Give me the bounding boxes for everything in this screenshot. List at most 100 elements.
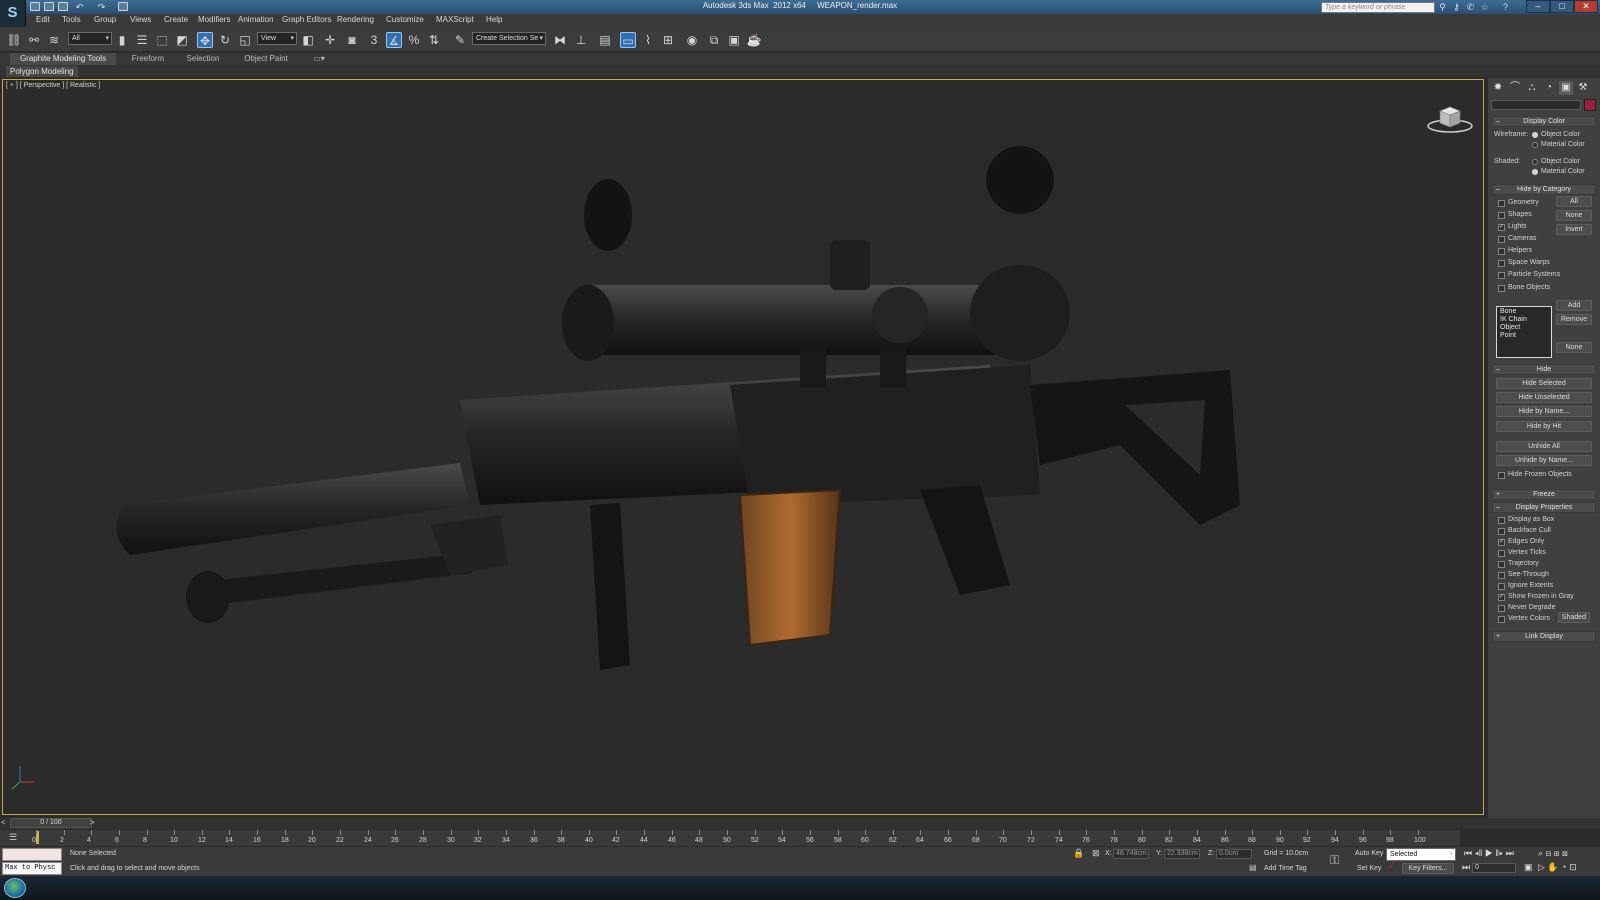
polygon-modeling-panel[interactable]: Polygon Modeling [6, 66, 78, 77]
ignore-extents-checkbox[interactable] [1498, 583, 1505, 590]
key-mode-dropdown[interactable]: Selected [1386, 848, 1456, 861]
unlink-selection-icon[interactable]: ⚯ [26, 32, 42, 48]
menu-modifiers[interactable]: Modifiers [198, 15, 230, 24]
never-degrade-checkbox[interactable] [1498, 605, 1505, 612]
orbit-pan-icons[interactable]: ▷ ✋ ◔ ⊡ [1538, 862, 1577, 873]
show-frozen-in-gray-checkbox[interactable]: ✓ [1498, 594, 1505, 601]
close-button[interactable]: ✕ [1574, 0, 1598, 13]
set-key-button[interactable]: Set Key [1357, 865, 1382, 872]
shaded-object-color-radio[interactable] [1532, 159, 1538, 165]
render-setup-icon[interactable]: ⧉ [706, 32, 722, 48]
space-warps-checkbox[interactable] [1498, 260, 1505, 267]
menu-animation[interactable]: Animation [238, 15, 274, 24]
menu-group[interactable]: Group [94, 15, 116, 24]
rollout-freeze[interactable]: + Freeze [1492, 489, 1596, 500]
cameras-checkbox[interactable] [1498, 236, 1505, 243]
time-slider-next-icon[interactable]: > [90, 818, 95, 827]
modify-tab-icon[interactable]: ⌒ [1508, 81, 1522, 95]
wireframe-material-color-radio[interactable] [1532, 142, 1538, 148]
see-through-checkbox[interactable] [1498, 572, 1505, 579]
mirror-icon[interactable]: ⧓ [552, 32, 568, 48]
snaps-toggle-icon[interactable]: 3 [366, 32, 382, 48]
rollout-display-properties[interactable]: – Display Properties [1492, 502, 1596, 513]
pivot-center-icon[interactable]: ◧ [300, 32, 316, 48]
curve-editor-icon[interactable]: ⌇ [640, 32, 656, 48]
angle-snap-icon[interactable]: ∡ [386, 32, 402, 48]
hide-all-button[interactable]: All [1556, 196, 1592, 207]
lock-selection-icon[interactable]: 🔒 [1073, 848, 1084, 859]
wireframe-object-color-radio[interactable] [1532, 132, 1538, 138]
list-item[interactable]: Point [1500, 332, 1548, 340]
tab-freeform[interactable]: Freeform [122, 53, 174, 65]
menu-views[interactable]: Views [130, 15, 151, 24]
current-frame-field[interactable]: 0 [1472, 863, 1516, 873]
rollout-hide-by-category[interactable]: – Hide by Category [1492, 184, 1596, 195]
layer-manager-icon[interactable]: ▤ [597, 32, 613, 48]
track-bar[interactable]: ☰ 0 2 4 6 8 10 12 14 16 18 20 22 24 26 28 30 32 34 36 38 40 4… [0, 830, 1460, 846]
keyboard-shortcut-override-icon[interactable]: ◙ [344, 32, 360, 48]
hide-none-button[interactable]: None [1556, 210, 1592, 221]
time-slider[interactable]: 0 / 100 [10, 818, 92, 828]
geometry-checkbox[interactable] [1498, 200, 1505, 207]
menu-edit[interactable]: Edit [36, 15, 50, 24]
hide-by-hit-button[interactable]: Hide by Hit [1496, 421, 1592, 432]
select-and-move-icon[interactable]: ✥ [197, 32, 213, 48]
selection-filter-dropdown[interactable]: All [68, 32, 112, 45]
help-icon[interactable]: ? [1500, 2, 1511, 12]
start-button-icon[interactable] [4, 878, 26, 898]
rollout-hide[interactable]: – Hide [1492, 364, 1596, 375]
set-key-icon[interactable]: ⟋ [1388, 861, 1395, 872]
menu-graph-editors[interactable]: Graph Editors [282, 15, 331, 24]
menu-rendering[interactable]: Rendering [337, 15, 374, 24]
display-as-box-checkbox[interactable] [1498, 517, 1505, 524]
tab-graphite-modeling-tools[interactable]: Graphite Modeling Tools [10, 53, 116, 65]
hide-frozen-objects-checkbox[interactable] [1498, 472, 1505, 479]
minimize-button[interactable]: – [1526, 0, 1550, 13]
maxscript-output[interactable] [2, 848, 62, 861]
x-coordinate-field[interactable]: 48.748cm [1113, 849, 1149, 859]
category-list[interactable]: Bone IK Chain Object Point [1496, 306, 1552, 358]
search-input[interactable]: Type a keyword or phrase [1321, 2, 1435, 13]
unhide-by-name-button[interactable]: Unhide by Name... [1496, 455, 1592, 466]
align-icon[interactable]: ⊥ [573, 32, 589, 48]
menu-customize[interactable]: Customize [386, 15, 424, 24]
project-folder-icon[interactable] [118, 2, 128, 11]
mini-curve-editor-icon[interactable]: ☰ [2, 832, 24, 844]
rendered-frame-window-icon[interactable]: ▣ [726, 32, 742, 48]
create-tab-icon[interactable]: ✸ [1491, 81, 1505, 95]
maximize-button[interactable]: □ [1550, 0, 1574, 13]
vertex-ticks-checkbox[interactable] [1498, 550, 1505, 557]
maxscript-input[interactable]: Max to Physc [2, 862, 62, 875]
trajectory-checkbox[interactable] [1498, 561, 1505, 568]
particle-systems-checkbox[interactable] [1498, 272, 1505, 279]
rifle-3d-model[interactable] [110, 145, 1270, 695]
auto-key-button[interactable]: Auto Key [1355, 850, 1383, 857]
favorites-star-icon[interactable]: ☆ [1479, 2, 1490, 12]
edges-only-checkbox[interactable]: ✓ [1498, 539, 1505, 546]
unhide-all-button[interactable]: Unhide All [1496, 441, 1592, 452]
tab-object-paint[interactable]: Object Paint [232, 53, 300, 65]
select-and-link-icon[interactable]: ⛓ [6, 32, 22, 48]
shapes-checkbox[interactable] [1498, 212, 1505, 219]
select-by-name-icon[interactable]: ☰ [134, 32, 150, 48]
vertex-colors-checkbox[interactable] [1498, 616, 1505, 623]
maxscript-listener[interactable]: Max to Physc [2, 848, 62, 875]
list-item[interactable]: IK Chain Object [1500, 316, 1548, 332]
app-logo-icon[interactable]: S [0, 0, 26, 26]
vertex-colors-shaded-button[interactable]: Shaded [1558, 612, 1590, 623]
hide-unselected-button[interactable]: Hide Unselected [1496, 392, 1592, 403]
bind-space-warp-icon[interactable]: ≋ [46, 32, 62, 48]
ribbon-options-icon[interactable]: ▭▾ [310, 53, 328, 65]
hide-selected-button[interactable]: Hide Selected [1496, 378, 1592, 389]
menu-tools[interactable]: Tools [62, 15, 81, 24]
time-tag-icon[interactable]: ▤ [1249, 863, 1257, 872]
key-filters-button[interactable]: Key Filters... [1402, 863, 1454, 874]
viewcube-icon[interactable] [1426, 101, 1474, 133]
playback-controls[interactable]: ⏮ ◂‖ ▶ ‖▸ ⏭ [1464, 848, 1514, 859]
viewport-label[interactable]: [ + ] [ Perspective ] [ Realistic ] [6, 82, 100, 89]
category-none-button[interactable]: None [1556, 342, 1592, 353]
undo-icon[interactable]: ↶ [74, 2, 85, 12]
bone-objects-checkbox[interactable] [1498, 285, 1505, 292]
absolute-mode-icon[interactable]: ⊠ [1092, 848, 1100, 859]
helpers-checkbox[interactable] [1498, 248, 1505, 255]
